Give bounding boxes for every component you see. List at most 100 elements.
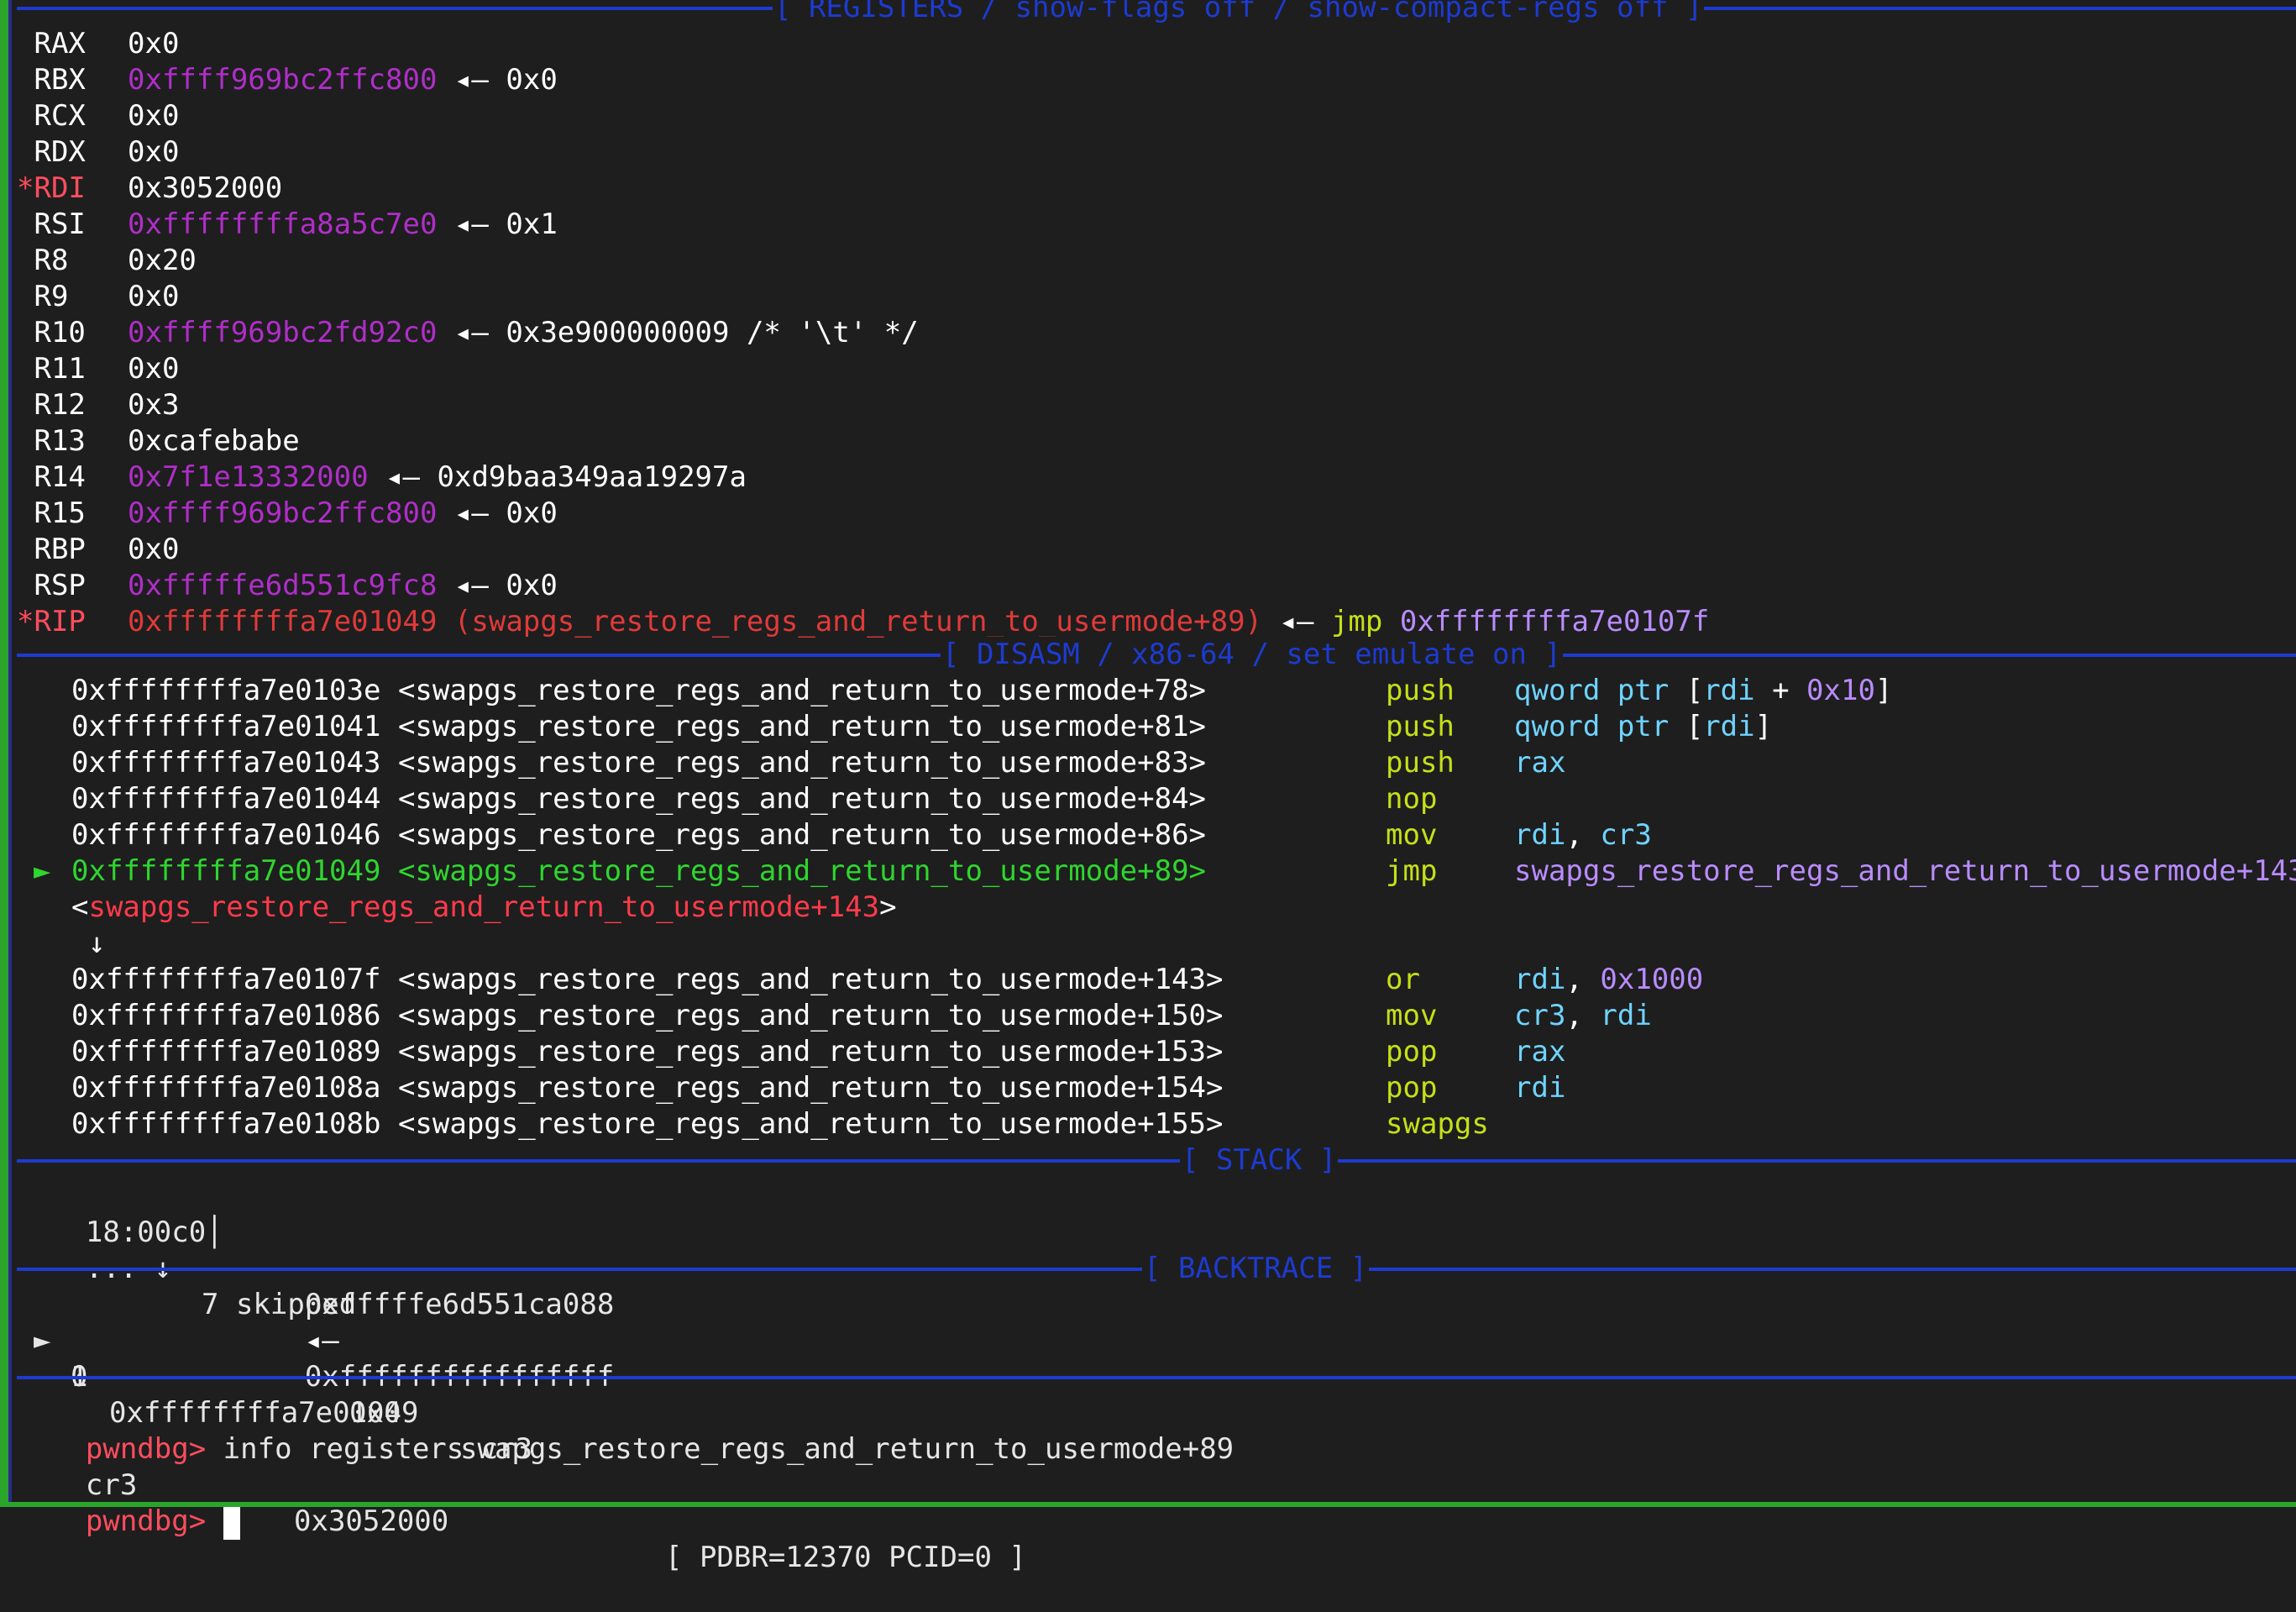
stack-row[interactable]: 18:00c0│ 0xfffffe6d551ca088 ◂— 0xfffffff… [17,1179,614,1394]
register-name: R11 [34,352,86,386]
disasm-section-title: [ DISASM / x86-64 / set emulate on ] [941,637,1563,673]
output-register-value: 0x3052000 [294,1504,449,1538]
instruction-mnemonic: jmp [1386,854,1438,888]
register-row[interactable]: R13 0xcafebabe [17,423,299,459]
instruction-operands: swapgs_restore_regs_and_return_to_usermo… [1514,854,2296,888]
instruction-symbol: <swapgs_restore_regs_and_return_to_userm… [397,1071,1224,1105]
instruction-operands: rdi, cr3 [1514,818,1652,852]
pointer-arrow-icon: ◂— [453,207,489,241]
instruction-symbol: <swapgs_restore_regs_and_return_to_userm… [397,999,1224,1032]
command-output: cr3 0x3052000 [ PDBR=12370 PCID=0 ] [17,1431,1026,1574]
changed-marker [17,388,34,422]
pointer-arrow-icon: ◂— [453,569,489,602]
pwndbg-prompt: pwndbg> [85,1504,207,1538]
changed-marker [17,424,34,458]
stack-row: ... ↓ 7 skipped [17,1215,356,1321]
pointer-arrow-icon: ◂— [453,496,489,530]
register-row[interactable]: RBX 0xffff969bc2ffc800 ◂— 0x0 [17,62,557,98]
register-value: 0xffffffffa8a5c7e0 [128,207,438,241]
instruction-symbol: <swapgs_restore_regs_and_return_to_userm… [397,746,1207,780]
register-name: RSP [34,569,86,602]
register-row[interactable]: *RDI 0x3052000 [17,171,282,207]
register-target: 0x0 [506,63,558,97]
changed-marker [17,316,34,349]
stack-skip-text: 7 skipped [202,1288,357,1321]
instruction-address: 0xffffffffa7e0103e [71,674,381,707]
register-name: RBX [34,63,86,97]
backtrace-section-title: [ BACKTRACE ] [1142,1251,1370,1287]
instruction-mnemonic: push [1386,746,1455,780]
register-row[interactable]: RAX 0x0 [17,26,179,62]
backtrace-separator: [ BACKTRACE ] [17,1251,2296,1287]
input-line[interactable]: pwndbg> [17,1468,240,1540]
pointer-arrow-icon: ◂— [385,460,421,494]
register-row[interactable]: RCX 0x0 [17,98,179,134]
instruction-mnemonic: mov [1386,999,1438,1032]
register-row[interactable]: R11 0x0 [17,351,179,387]
instruction-mnemonic: push [1386,710,1455,743]
register-name: RDX [34,135,86,169]
instruction-symbol: <swapgs_restore_regs_and_return_to_userm… [397,1107,1224,1141]
terminal-window[interactable]: [ REGISTERS / show-flags off / show-comp… [0,0,2296,1574]
registers-section-title: [ REGISTERS / show-flags off / show-comp… [773,0,1705,26]
register-name: RBP [34,533,86,566]
register-target: 0x3e900000009 /* '\t' */ [506,316,919,349]
current-instruction-marker-icon [34,962,50,998]
instruction-mnemonic: swapgs [1386,1107,1489,1141]
instruction-mnemonic: pop [1386,1035,1438,1069]
register-row[interactable]: R14 0x7f1e13332000 ◂— 0xd9baa349aa19297a [17,459,746,496]
register-value: 0xffff969bc2ffc800 [128,496,438,530]
text-cursor[interactable] [223,1505,240,1540]
instruction-symbol: <swapgs_restore_regs_and_return_to_userm… [397,854,1207,888]
instruction-address: 0xffffffffa7e0108b [71,1107,381,1141]
command-line: pwndbg> info registers cr3 [17,1395,532,1466]
current-instruction-marker-icon: ► [34,854,51,888]
register-row[interactable]: R12 0x3 [17,387,179,423]
changed-marker [17,569,34,602]
instruction-address: 0xffffffffa7e0108a [71,1071,381,1105]
pointer-arrow-icon: ◂— [453,316,489,349]
pointer-arrow-icon: ◂— [453,63,489,97]
register-name: RSI [34,207,86,241]
instruction-address: 0xffffffffa7e01049 [71,854,381,888]
register-row[interactable]: RDX 0x0 [17,134,179,171]
changed-marker [17,244,34,277]
jump-target-open: < [71,890,89,924]
register-row[interactable]: R9 0x0 [17,279,179,315]
register-name: RAX [34,27,86,60]
target-mnemonic: jmp [1330,605,1383,638]
window-border-bottom [0,1502,2296,1507]
instruction-operands: rax [1514,746,1566,780]
instruction-symbol: <swapgs_restore_regs_and_return_to_userm… [397,710,1207,743]
jump-target-close: > [879,890,897,924]
register-row[interactable]: R8 0x20 [17,243,196,279]
register-value: 0x3052000 [128,171,283,205]
console-separator [17,1359,2296,1395]
register-value: 0x0 [128,27,180,60]
register-target: 0x0 [506,496,558,530]
register-value: 0x0 [128,533,180,566]
register-value: 0xffff969bc2fd92c0 [128,316,438,349]
instruction-address: 0xffffffffa7e01086 [71,999,381,1032]
register-value: 0x7f1e13332000 [128,460,369,494]
down-arrow-icon: ↓ [88,927,106,960]
register-name: R14 [34,460,86,494]
register-row[interactable]: R10 0xffff969bc2fd92c0 ◂— 0x3e900000009 /… [17,315,918,351]
instruction-address: 0xffffffffa7e01044 [71,782,381,816]
register-row[interactable]: R15 0xffff969bc2ffc800 ◂— 0x0 [17,496,557,532]
register-name: RDI [34,171,86,205]
instruction-address: 0xffffffffa7e0107f [71,963,381,996]
register-row[interactable]: *RIP 0xffffffffa7e01049 (swapgs_restore_r… [17,604,1709,640]
changed-marker [17,27,34,60]
register-row[interactable]: RSP 0xfffffe6d551c9fc8 ◂— 0x0 [17,568,557,604]
backtrace-row[interactable]: 1 0x0 [17,1323,401,1430]
register-value: 0x0 [128,99,180,133]
backtrace-row[interactable]: ► 0 0xffffffffa7e01049 swapgs_restore_re… [17,1287,1234,1466]
changed-marker [17,352,34,386]
register-row[interactable]: RBP 0x0 [17,532,179,568]
current-instruction-marker-icon [34,673,50,709]
current-instruction-marker-icon [34,709,50,745]
register-row[interactable]: RSI 0xffffffffa8a5c7e0 ◂— 0x1 [17,207,557,243]
instruction-mnemonic: nop [1386,782,1438,816]
stack-section-title: [ STACK ] [1180,1142,1339,1179]
